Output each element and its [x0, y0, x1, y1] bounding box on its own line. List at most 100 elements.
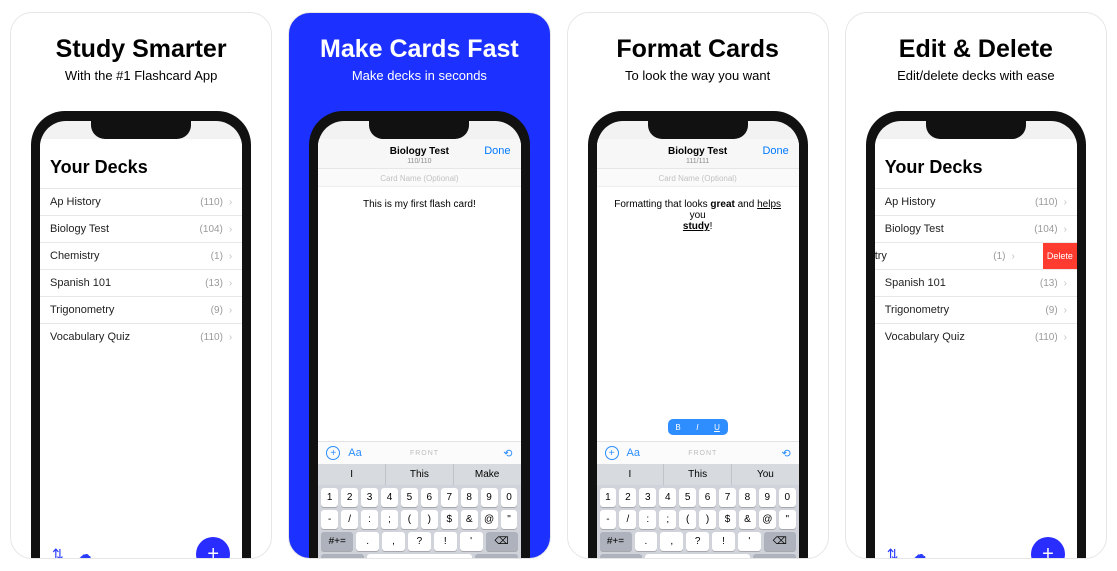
- deck-row[interactable]: Vocabulary Quiz (110) ›: [40, 323, 242, 350]
- key[interactable]: 8: [739, 488, 756, 507]
- deck-row-swiped[interactable]: istry (1) › Delete: [875, 242, 1077, 269]
- key[interactable]: ;: [659, 510, 676, 529]
- underline-button[interactable]: U: [714, 423, 720, 432]
- suggestion[interactable]: This: [664, 464, 732, 485]
- key[interactable]: ,: [660, 532, 683, 551]
- done-button[interactable]: Done: [484, 145, 510, 157]
- key[interactable]: .: [356, 532, 379, 551]
- key[interactable]: -: [321, 510, 338, 529]
- add-icon[interactable]: +: [605, 446, 619, 460]
- add-deck-button[interactable]: +: [196, 537, 230, 559]
- bold-button[interactable]: B: [675, 423, 680, 432]
- key[interactable]: 8: [461, 488, 478, 507]
- key[interactable]: 5: [401, 488, 418, 507]
- key[interactable]: .: [635, 532, 658, 551]
- done-button[interactable]: Done: [762, 145, 788, 157]
- add-icon[interactable]: +: [326, 446, 340, 460]
- key-space[interactable]: space: [645, 554, 751, 559]
- key[interactable]: 7: [441, 488, 458, 507]
- key[interactable]: 0: [779, 488, 796, 507]
- flip-icon[interactable]: ⟲: [782, 447, 791, 460]
- sort-icon[interactable]: ⇅: [887, 546, 899, 560]
- key[interactable]: 2: [619, 488, 636, 507]
- key-symbols[interactable]: #+=: [321, 532, 353, 551]
- key[interactable]: ": [501, 510, 518, 529]
- sort-icon[interactable]: ⇅: [52, 546, 64, 560]
- key[interactable]: 4: [381, 488, 398, 507]
- italic-button[interactable]: I: [696, 423, 698, 432]
- key[interactable]: 2: [341, 488, 358, 507]
- deck-row[interactable]: Chemistry (1) ›: [40, 242, 242, 269]
- key[interactable]: @: [759, 510, 776, 529]
- key-space[interactable]: space: [367, 554, 473, 559]
- key-return[interactable]: return: [753, 554, 795, 559]
- card-body-textarea[interactable]: This is my first flash card!: [318, 187, 520, 441]
- key[interactable]: (: [679, 510, 696, 529]
- key[interactable]: (: [401, 510, 418, 529]
- suggestion[interactable]: Make: [454, 464, 521, 485]
- cloud-icon[interactable]: ☁︎: [912, 546, 926, 560]
- key-backspace[interactable]: ⌫: [486, 532, 518, 551]
- key[interactable]: /: [341, 510, 358, 529]
- text-format-icon[interactable]: Aa: [627, 447, 640, 459]
- delete-button[interactable]: Delete: [1043, 243, 1077, 269]
- key[interactable]: 4: [659, 488, 676, 507]
- key[interactable]: 6: [699, 488, 716, 507]
- card-name-placeholder[interactable]: Card Name (Optional): [318, 169, 520, 187]
- key[interactable]: ): [699, 510, 716, 529]
- key[interactable]: $: [719, 510, 736, 529]
- suggestion[interactable]: This: [386, 464, 454, 485]
- key[interactable]: ': [738, 532, 761, 551]
- card-name-placeholder[interactable]: Card Name (Optional): [597, 169, 799, 187]
- key-abc[interactable]: ABC: [321, 554, 363, 559]
- key[interactable]: /: [619, 510, 636, 529]
- key[interactable]: -: [600, 510, 617, 529]
- key[interactable]: 7: [719, 488, 736, 507]
- key[interactable]: $: [441, 510, 458, 529]
- key[interactable]: &: [739, 510, 756, 529]
- suggestion[interactable]: You: [732, 464, 799, 485]
- key[interactable]: 3: [639, 488, 656, 507]
- key[interactable]: 9: [759, 488, 776, 507]
- cloud-icon[interactable]: ☁︎: [78, 546, 92, 560]
- key[interactable]: 1: [600, 488, 617, 507]
- deck-row[interactable]: Spanish 101 (13) ›: [875, 269, 1077, 296]
- text-format-icon[interactable]: Aa: [348, 447, 361, 459]
- key-return[interactable]: return: [475, 554, 517, 559]
- key[interactable]: 9: [481, 488, 498, 507]
- deck-row[interactable]: Trigonometry (9) ›: [40, 296, 242, 323]
- deck-row[interactable]: Ap History (110) ›: [40, 188, 242, 215]
- key[interactable]: !: [434, 532, 457, 551]
- key[interactable]: 6: [421, 488, 438, 507]
- key[interactable]: ': [460, 532, 483, 551]
- add-deck-button[interactable]: +: [1031, 537, 1065, 559]
- deck-row[interactable]: Trigonometry (9) ›: [875, 296, 1077, 323]
- key[interactable]: 3: [361, 488, 378, 507]
- key[interactable]: ?: [408, 532, 431, 551]
- deck-row[interactable]: Ap History (110) ›: [875, 188, 1077, 215]
- suggestion[interactable]: I: [318, 464, 386, 485]
- key-symbols[interactable]: #+=: [600, 532, 632, 551]
- key[interactable]: ": [779, 510, 796, 529]
- deck-row[interactable]: Biology Test (104) ›: [40, 215, 242, 242]
- key[interactable]: :: [361, 510, 378, 529]
- flip-icon[interactable]: ⟲: [503, 447, 512, 460]
- key[interactable]: 0: [501, 488, 518, 507]
- key[interactable]: ,: [382, 532, 405, 551]
- key[interactable]: &: [461, 510, 478, 529]
- deck-row[interactable]: Biology Test (104) ›: [875, 215, 1077, 242]
- deck-row[interactable]: Vocabulary Quiz (110) ›: [875, 323, 1077, 350]
- key[interactable]: !: [712, 532, 735, 551]
- key[interactable]: ?: [686, 532, 709, 551]
- key[interactable]: ): [421, 510, 438, 529]
- key[interactable]: ;: [381, 510, 398, 529]
- key[interactable]: @: [481, 510, 498, 529]
- key[interactable]: :: [639, 510, 656, 529]
- key-backspace[interactable]: ⌫: [764, 532, 796, 551]
- card-body-textarea[interactable]: Formatting that looks great and helps yo…: [597, 187, 799, 419]
- key[interactable]: 5: [679, 488, 696, 507]
- deck-row[interactable]: Spanish 101 (13) ›: [40, 269, 242, 296]
- key[interactable]: 1: [321, 488, 338, 507]
- key-abc[interactable]: ABC: [600, 554, 642, 559]
- suggestion[interactable]: I: [597, 464, 665, 485]
